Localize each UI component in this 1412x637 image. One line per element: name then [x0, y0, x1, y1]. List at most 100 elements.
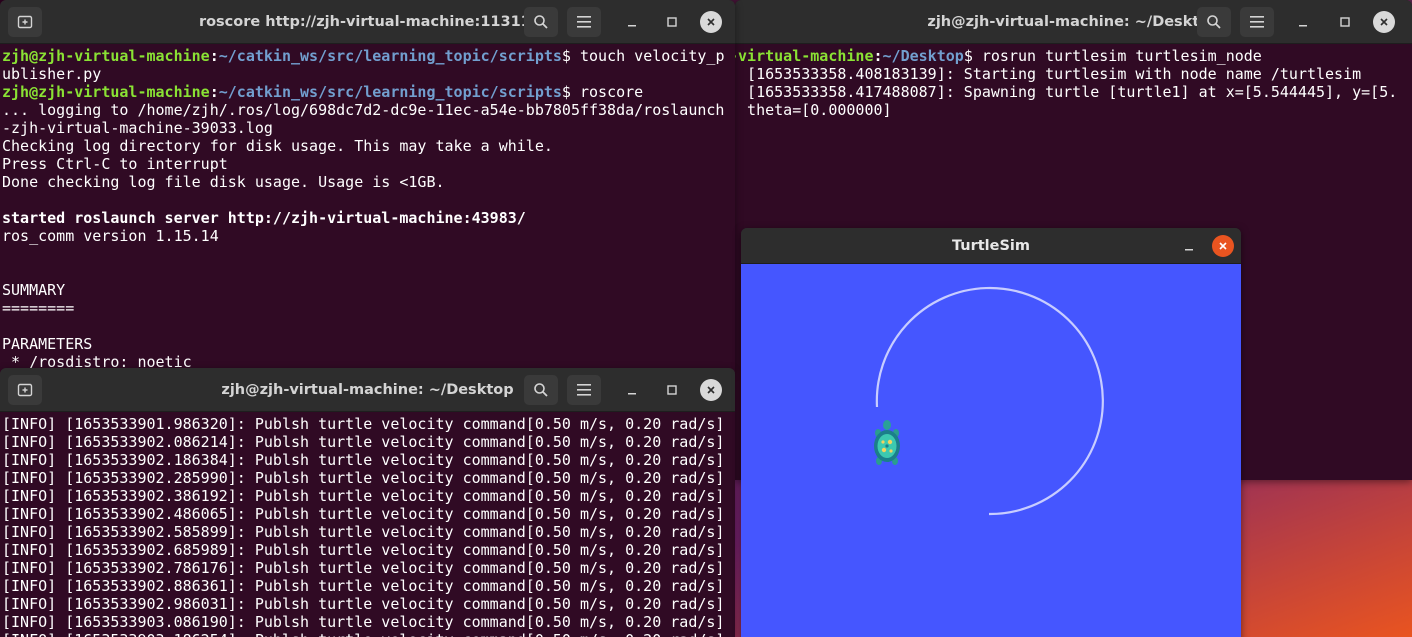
search-button[interactable]: [524, 7, 558, 37]
terminal-text: started roslaunch server http://zjh-virt…: [2, 209, 526, 227]
title-bar[interactable]: roscore http://zjh-virtual-machine:11311…: [0, 0, 735, 44]
terminal-output[interactable]: [INFO] [1653533901.986320]: Publsh turtl…: [0, 412, 735, 637]
terminal-text: zjh@zjh-virtual-machine: [2, 47, 210, 65]
hamburger-menu-icon: [1250, 16, 1264, 28]
maximize-icon: [1340, 17, 1350, 27]
terminal-line: -virtual-machine:~/Desktop$ rosrun turtl…: [735, 47, 1410, 65]
log-line: [INFO] [1653533902.986031]: Publsh turtl…: [2, 595, 725, 613]
terminal-text: :: [873, 47, 883, 65]
terminal-line: Press Ctrl-C to interrupt: [2, 155, 733, 173]
terminal-line: started roslaunch server http://zjh-virt…: [2, 209, 733, 227]
log-line: [INFO] [1653533902.685989]: Publsh turtl…: [2, 541, 725, 559]
terminal-line: ========: [2, 299, 733, 317]
search-button[interactable]: [1197, 7, 1231, 37]
close-icon: [1380, 18, 1388, 26]
terminal-text: $ rosrun turtlesim turtlesim_node: [963, 47, 1262, 65]
new-tab-icon: [17, 15, 33, 29]
log-line: [INFO] [1653533903.086190]: Publsh turtl…: [2, 613, 725, 631]
log-line: [INFO] [1653533903.186254]: Publsh turtl…: [2, 631, 733, 637]
hamburger-menu-icon: [577, 384, 591, 396]
minimize-button[interactable]: [1178, 235, 1200, 257]
publisher-terminal-window[interactable]: zjh@zjh-virtual-machine: ~/Desktop [INFO…: [0, 368, 735, 637]
terminal-text: $ roscore: [561, 83, 644, 101]
close-button[interactable]: [1212, 235, 1234, 257]
terminal-line: ... logging to /home/zjh/.ros/log/698dc7…: [2, 101, 733, 119]
title-bar[interactable]: TurtleSim: [741, 228, 1241, 264]
close-button[interactable]: [700, 11, 722, 33]
turtle-icon: [874, 420, 900, 465]
terminal-line: SUMMARY: [2, 281, 733, 299]
log-line: [INFO] [1653533902.386192]: Publsh turtl…: [2, 487, 725, 505]
terminal-text: zjh@zjh-virtual-machine: [2, 83, 210, 101]
maximize-button[interactable]: [661, 11, 683, 33]
log-line: [INFO] [1653533902.285990]: Publsh turtl…: [2, 469, 725, 487]
terminal-text: , theta=[0.000000]: [735, 101, 892, 119]
minimize-button[interactable]: [621, 11, 643, 33]
terminal-text: :: [209, 83, 219, 101]
close-button[interactable]: [700, 379, 722, 401]
terminal-text: Press Ctrl-C to interrupt: [2, 155, 228, 173]
terminal-text: ... logging to /home/zjh/.ros/log/698dc7…: [2, 101, 725, 119]
menu-button[interactable]: [567, 375, 601, 405]
search-icon: [1207, 15, 1221, 29]
menu-button[interactable]: [1240, 7, 1274, 37]
terminal-output[interactable]: zjh@zjh-virtual-machine:~/catkin_ws/src/…: [0, 44, 735, 372]
title-bar[interactable]: zjh@zjh-virtual-machine: ~/Desktop: [735, 0, 1412, 44]
turtlesim-window[interactable]: TurtleSim: [741, 228, 1241, 637]
terminal-text: $ touch velocity_p: [561, 47, 725, 65]
close-icon: [1219, 242, 1227, 250]
search-button[interactable]: [524, 375, 558, 405]
terminal-text: [1653533358.408183139]: Starting turtles…: [735, 65, 1362, 83]
terminal-line: , theta=[0.000000]: [735, 101, 1410, 119]
maximize-button[interactable]: [1334, 11, 1356, 33]
roscore-terminal-window[interactable]: roscore http://zjh-virtual-machine:11311…: [0, 0, 735, 372]
log-line: [INFO] [1653533902.585899]: Publsh turtl…: [2, 523, 725, 541]
terminal-line: Done checking log file disk usage. Usage…: [2, 173, 733, 191]
log-line: [INFO] [1653533902.886361]: Publsh turtl…: [2, 577, 725, 595]
close-icon: [707, 386, 715, 394]
search-icon: [534, 15, 548, 29]
terminal-text: ublisher.py: [2, 65, 102, 83]
title-bar[interactable]: zjh@zjh-virtual-machine: ~/Desktop: [0, 368, 735, 412]
terminal-line: zjh@zjh-virtual-machine:~/catkin_ws/src/…: [2, 47, 733, 65]
menu-button[interactable]: [567, 7, 601, 37]
log-line: [INFO] [1653533902.186384]: Publsh turtl…: [2, 451, 725, 469]
hamburger-menu-icon: [577, 16, 591, 28]
minimize-button[interactable]: [621, 379, 643, 401]
log-line: [INFO] [1653533901.986320]: Publsh turtl…: [2, 415, 725, 433]
terminal-text: :: [209, 47, 219, 65]
close-button[interactable]: [1373, 11, 1395, 33]
minimize-icon: [628, 393, 636, 395]
terminal-text: -virtual-machine: [735, 47, 874, 65]
new-tab-button[interactable]: [8, 7, 42, 37]
log-line: [INFO] [1653533902.086214]: Publsh turtl…: [2, 433, 725, 451]
terminal-text: SUMMARY: [2, 281, 66, 299]
window-title: TurtleSim: [951, 238, 1031, 254]
terminal-text: ~/Desktop: [882, 47, 964, 65]
search-icon: [534, 383, 548, 397]
terminal-line: ros_comm version 1.15.14: [2, 227, 733, 245]
terminal-text: ~/catkin_ws/src/learning_topic/scripts: [218, 83, 562, 101]
close-icon: [707, 18, 715, 26]
new-tab-icon: [17, 383, 33, 397]
terminal-text: Checking log directory for disk usage. T…: [2, 137, 553, 155]
log-line: [INFO] [1653533902.486065]: Publsh turtl…: [2, 505, 725, 523]
terminal-text: ~/catkin_ws/src/learning_topic/scripts: [218, 47, 562, 65]
terminal-text: [1653533358.417488087]: Spawning turtle …: [735, 83, 1398, 101]
minimize-button[interactable]: [1292, 11, 1314, 33]
minimize-icon: [628, 25, 636, 27]
log-line: [INFO] [1653533902.786176]: Publsh turtl…: [2, 559, 725, 577]
terminal-line: -zjh-virtual-machine-39033.log: [2, 119, 733, 137]
maximize-icon: [667, 385, 677, 395]
turtlesim-canvas: [741, 264, 1241, 637]
new-tab-button[interactable]: [8, 375, 42, 405]
terminal-line: [1653533358.408183139]: Starting turtles…: [735, 65, 1410, 83]
terminal-text: Done checking log file disk usage. Usage…: [2, 173, 445, 191]
terminal-line: [1653533358.417488087]: Spawning turtle …: [735, 83, 1410, 101]
terminal-line: ublisher.py: [2, 65, 733, 83]
maximize-button[interactable]: [661, 379, 683, 401]
